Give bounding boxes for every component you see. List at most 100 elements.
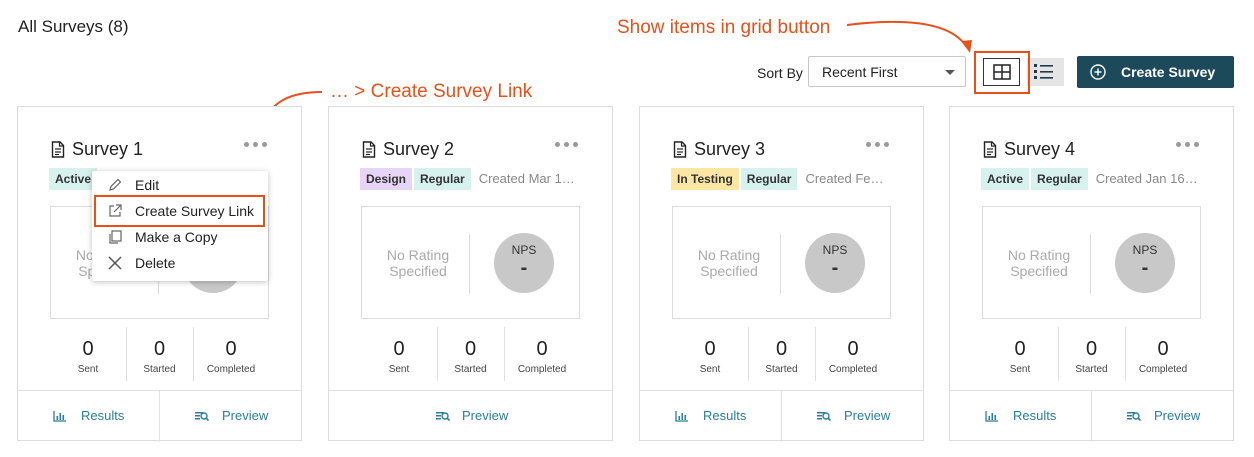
sort-by-label: Sort By	[757, 65, 803, 81]
stat-sent: 0 Sent	[982, 327, 1058, 381]
create-survey-button[interactable]: Create Survey	[1077, 56, 1234, 88]
status-badge: Active	[49, 168, 98, 190]
stat-divider	[1125, 327, 1126, 381]
nps-value: -	[1141, 257, 1149, 279]
rating-text: No Rating Specified	[697, 247, 761, 279]
stat-value: 0	[704, 338, 716, 360]
stat-divider	[437, 327, 438, 381]
survey-card[interactable]: Survey 4 Active Regular Created Jan 16… No…	[949, 106, 1234, 442]
menu-item-make-a-copy[interactable]: Make a Copy	[92, 225, 268, 249]
stat-divider	[815, 327, 816, 381]
create-survey-label: Create Survey	[1121, 64, 1216, 80]
rating-panel: No Rating Specified NPS -	[361, 206, 580, 319]
more-options-icon[interactable]	[555, 137, 581, 151]
sort-select[interactable]: Recent First	[808, 56, 966, 87]
stat-divider	[193, 327, 194, 381]
stat-value: 0	[847, 338, 859, 360]
bar-chart-icon	[985, 411, 998, 422]
bar-chart-icon-wrap	[53, 410, 67, 425]
plus-circle-icon	[1090, 64, 1106, 80]
preview-button[interactable]: Preview	[782, 391, 923, 442]
stat-sent: 0 Sent	[50, 327, 126, 381]
results-button[interactable]: Results	[18, 391, 159, 442]
stat-completed: 0 Completed	[815, 327, 891, 381]
stat-value: 0	[775, 338, 788, 360]
preview-icon	[1127, 412, 1142, 422]
stat-sent: 0 Sent	[672, 327, 748, 381]
badge-row: Active Regular Created Jan 16…	[981, 168, 1198, 190]
rating-text: No Rating Specified	[1007, 247, 1071, 279]
status-badge: Active	[981, 168, 1030, 190]
stat-divider	[1058, 327, 1059, 381]
preview-icon-wrap	[816, 410, 832, 425]
stat-label: Started	[1075, 364, 1108, 375]
results-button[interactable]: Results	[640, 391, 781, 442]
stat-value: 0	[536, 338, 548, 360]
preview-button[interactable]: Preview	[160, 391, 301, 442]
stat-label: Sent	[388, 364, 410, 375]
preview-button[interactable]: Preview	[1092, 391, 1233, 442]
more-options-icon[interactable]	[244, 137, 270, 151]
document-icon	[362, 141, 376, 158]
stat-value: 0	[225, 338, 237, 360]
badge-row: In Testing Regular Created Fe…	[671, 168, 884, 190]
document-icon	[983, 141, 997, 158]
status-badge: Regular	[414, 168, 471, 190]
preview-label: Preview	[844, 408, 891, 423]
menu-item-edit[interactable]: Edit	[92, 173, 268, 197]
stat-completed: 0 Completed	[1125, 327, 1201, 381]
card-footer: Results Preview	[18, 390, 301, 442]
rating-panel: No Rating Specified NPS -	[982, 206, 1201, 319]
bar-chart-icon-wrap	[675, 410, 689, 425]
results-button[interactable]: Results	[950, 391, 1091, 442]
sort-select-value: Recent First	[822, 64, 898, 80]
stat-completed: 0 Completed	[193, 327, 269, 381]
stat-label: Completed	[517, 364, 567, 375]
document-icon-wrap	[362, 141, 376, 163]
status-badge: In Testing	[671, 168, 739, 190]
list-view-button[interactable]	[1027, 58, 1064, 86]
survey-card[interactable]: Survey 3 In Testing Regular Created Fe… No…	[639, 106, 924, 442]
more-options-icon[interactable]	[1176, 137, 1202, 151]
preview-icon-wrap	[194, 410, 210, 425]
nps-circle: NPS -	[494, 233, 554, 293]
stat-divider	[126, 327, 127, 381]
card-footer: Results Preview	[950, 390, 1233, 442]
nps-label: NPS	[1132, 243, 1158, 257]
stat-value: 0	[1085, 338, 1098, 360]
chevron-down-icon	[945, 70, 955, 75]
created-date: Created Fe…	[805, 171, 884, 186]
stat-started: 0 Started	[126, 327, 193, 381]
menu-item-label: Edit	[135, 177, 160, 193]
menu-item-label: Make a Copy	[135, 229, 218, 245]
stat-started: 0 Started	[1058, 327, 1125, 381]
created-date: Created Jan 16…	[1095, 171, 1198, 186]
stat-completed: 0 Completed	[504, 327, 580, 381]
preview-label: Preview	[222, 408, 269, 423]
rating-divider	[1090, 234, 1091, 294]
more-options-icon[interactable]	[866, 137, 892, 151]
grid-button-callout: Show items in grid button	[617, 17, 831, 38]
survey-name: Survey 1	[72, 139, 144, 159]
stat-label: Completed	[206, 364, 256, 375]
document-icon	[673, 141, 687, 158]
stat-label: Sent	[77, 364, 99, 375]
stat-value: 0	[1014, 338, 1026, 360]
results-label: Results	[703, 408, 747, 423]
stats-row: 0 Sent 0 Started 0 Completed	[361, 327, 580, 381]
stat-started: 0 Started	[748, 327, 815, 381]
create-survey-link-highlight	[94, 195, 265, 227]
menu-callout: … > Create Survey Link	[330, 81, 533, 102]
preview-icon-wrap	[1126, 410, 1142, 425]
menu-item-delete[interactable]: Delete	[92, 251, 268, 275]
nps-circle: NPS -	[805, 233, 865, 293]
survey-card[interactable]: Survey 2 Design Regular Created Mar 1… No …	[328, 106, 613, 441]
preview-button[interactable]: Preview	[329, 391, 612, 442]
stat-started: 0 Started	[437, 327, 504, 381]
rating-text: No Rating Specified	[386, 247, 450, 279]
rating-divider	[780, 234, 781, 294]
document-icon-wrap	[51, 141, 65, 163]
stat-label: Started	[765, 364, 798, 375]
stat-value: 0	[393, 338, 405, 360]
status-badge: Regular	[1031, 168, 1088, 190]
